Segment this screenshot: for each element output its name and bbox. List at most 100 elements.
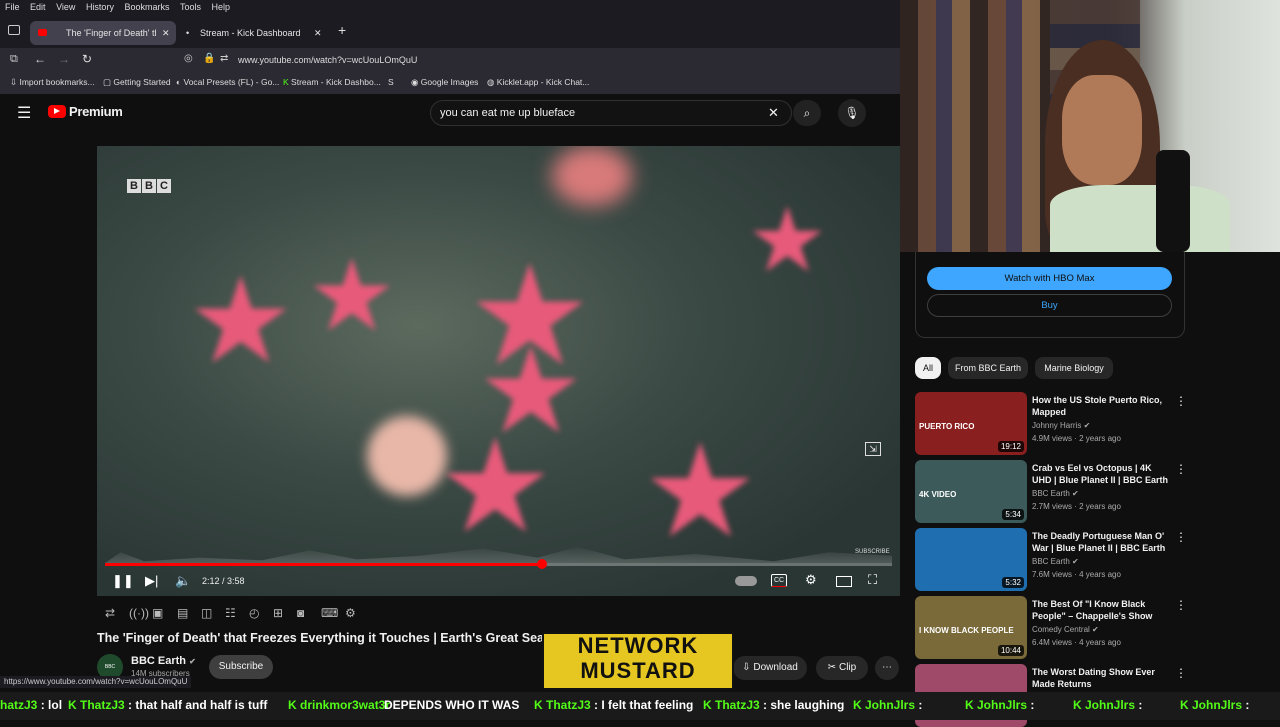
video-player[interactable]: BBC ★ ★ ★ ★ ★ ★ ★ ⇲ xyxy=(97,146,900,596)
channel-name[interactable]: BBC Earth ✔ xyxy=(131,655,196,667)
tab-overview-icon[interactable] xyxy=(8,25,20,35)
watch-hbo-button[interactable]: Watch with HBO Max xyxy=(927,267,1172,290)
bookmark-label: Vocal Presets (FL) - Go... xyxy=(183,77,280,87)
reload-icon[interactable]: ↻ xyxy=(82,52,92,66)
microphone-icon[interactable]: 🎙 xyxy=(838,99,866,127)
bookmark-vocal-presets[interactable]: ◐ Vocal Presets (FL) - Go... xyxy=(176,77,279,87)
search-input[interactable]: you can eat me up blueface xyxy=(440,101,575,125)
sidebar-icon[interactable]: ⧉ xyxy=(10,53,18,66)
chat-message: K ThatzJ3 : that half and half is tuff xyxy=(68,698,267,712)
autoplay-toggle[interactable] xyxy=(735,576,757,586)
broadcast-icon[interactable]: ((·)) xyxy=(129,606,149,620)
video-thumbnail[interactable]: 5:32 xyxy=(915,528,1027,591)
more-options-icon[interactable]: ⋮ xyxy=(1175,598,1187,612)
more-actions-icon[interactable]: ⋯ xyxy=(875,656,899,680)
clear-search-icon[interactable]: ✕ xyxy=(768,101,779,125)
thumbnail-caption: I KNOW BLACK PEOPLE xyxy=(919,626,1014,635)
menu-history[interactable]: History xyxy=(86,2,114,12)
tab-kick-dashboard[interactable]: • Stream - Kick Dashboard ✕ xyxy=(182,21,328,45)
bookmark-kicklet[interactable]: ◍ Kicklet.app - Kick Chat... xyxy=(487,77,589,88)
menu-edit[interactable]: Edit xyxy=(30,2,46,12)
tracking-shield-icon[interactable]: ◎ xyxy=(184,53,193,64)
menu-help[interactable]: Help xyxy=(212,2,231,12)
close-tab-icon[interactable]: ✕ xyxy=(162,21,170,45)
duration-badge: 5:34 xyxy=(1002,509,1024,520)
chip-marine-biology[interactable]: Marine Biology xyxy=(1035,357,1113,379)
lock-icon[interactable]: 🔒 xyxy=(203,53,215,64)
more-options-icon[interactable]: ⋮ xyxy=(1175,394,1187,408)
bookmark-label: Getting Started xyxy=(113,77,171,87)
menu-file[interactable]: File xyxy=(5,2,20,12)
settings-gear-icon[interactable]: ⚙ xyxy=(805,572,817,588)
menu-tools[interactable]: Tools xyxy=(180,2,201,12)
progress-bar[interactable] xyxy=(105,559,892,569)
channel-name[interactable]: BBC Earth ✔ xyxy=(1032,557,1079,566)
screenshot-camera-icon[interactable]: ◙ xyxy=(297,606,304,620)
back-icon[interactable]: ← xyxy=(34,52,46,66)
close-tab-icon[interactable]: ✕ xyxy=(314,21,322,45)
chat-text: : that half and half is tuff xyxy=(124,698,268,712)
speed-icon[interactable]: ◴ xyxy=(249,606,259,620)
next-icon[interactable]: ▶| xyxy=(145,573,158,589)
chat-message: DEPENDS WHO IT WAS xyxy=(384,698,519,712)
youtube-favicon-icon xyxy=(38,29,47,36)
video-thumbnail[interactable]: I KNOW BLACK PEOPLE 10:44 xyxy=(915,596,1027,659)
video-thumbnail[interactable]: PUERTO RICO 19:12 xyxy=(915,392,1027,455)
loop-icon[interactable]: ⇄ xyxy=(105,606,115,620)
bookmark-kick-dashboard[interactable]: K Stream - Kick Dashbo... xyxy=(283,77,381,87)
miniplayer-icon[interactable]: ⇲ xyxy=(865,442,881,456)
video-title-link[interactable]: The Deadly Portuguese Man O' War | Blue … xyxy=(1032,530,1172,554)
video-title-link[interactable]: The Worst Dating Show Ever Made Returns xyxy=(1032,666,1172,690)
subscribe-button[interactable]: Subscribe xyxy=(209,655,273,679)
youtube-premium-label[interactable]: Premium xyxy=(69,104,123,119)
pause-icon[interactable]: ❚❚ xyxy=(112,573,134,589)
subtitles-box-icon[interactable]: ☷ xyxy=(225,606,236,620)
video-title-link[interactable]: Crab vs Eel vs Octopus | 4K UHD | Blue P… xyxy=(1032,462,1172,486)
video-title-link[interactable]: How the US Stole Puerto Rico, Mapped xyxy=(1032,394,1172,418)
volume-icon[interactable]: 🔈 xyxy=(175,573,191,589)
theater-mode-icon[interactable] xyxy=(836,576,852,587)
camera-roll-icon[interactable]: ▣ xyxy=(152,606,163,620)
chat-text: : xyxy=(915,698,923,712)
new-tab-icon[interactable]: + xyxy=(338,22,346,38)
chip-all[interactable]: All xyxy=(915,357,941,379)
fullscreen-icon[interactable]: ⛶ xyxy=(868,572,877,588)
more-options-icon[interactable]: ⋮ xyxy=(1175,666,1187,680)
tab-label: Stream - Kick Dashboard xyxy=(200,28,301,38)
bookmark-s[interactable]: S xyxy=(388,77,394,87)
video-title-link[interactable]: The Best Of "I Know Black People" – Chap… xyxy=(1032,598,1172,622)
forward-icon[interactable]: → xyxy=(58,52,70,66)
search-box[interactable]: you can eat me up blueface ✕ xyxy=(430,100,792,126)
youtube-logo-icon[interactable] xyxy=(48,105,66,118)
bookmark-import[interactable]: ⇩ Import bookmarks... xyxy=(10,77,95,88)
chip-from-bbc-earth[interactable]: From BBC Earth xyxy=(948,357,1028,379)
url-field[interactable]: www.youtube.com/watch?v=wcUouLOmQuU xyxy=(238,51,417,69)
more-options-icon[interactable]: ⋮ xyxy=(1175,530,1187,544)
thumbnail-caption: 4K VIDEO xyxy=(919,490,957,499)
channel-name[interactable]: Johnny Harris ✔ xyxy=(1032,421,1090,430)
tab-youtube[interactable]: The 'Finger of Death' that F ✕ xyxy=(30,21,176,45)
subtitles-icon[interactable]: CC xyxy=(771,574,787,587)
clip-button[interactable]: ✂ Clip xyxy=(816,656,868,680)
scrubber-handle[interactable] xyxy=(537,559,547,569)
video-thumbnail[interactable]: 4K VIDEO 5:34 xyxy=(915,460,1027,523)
channel-name[interactable]: BBC Earth ✔ xyxy=(1032,489,1079,498)
add-box-icon[interactable]: ⊞ xyxy=(273,606,283,620)
permissions-icon[interactable]: ⇄ xyxy=(220,53,228,64)
channel-name[interactable]: Comedy Central ✔ xyxy=(1032,625,1099,634)
pip-icon[interactable]: ◫ xyxy=(201,606,212,620)
bookmark-google-images[interactable]: ◉ Google Images xyxy=(411,77,478,88)
bookmark-getting-started[interactable]: ▢ Getting Started xyxy=(103,77,171,88)
hamburger-menu-icon[interactable]: ☰ xyxy=(17,103,31,123)
status-url: https://www.youtube.com/watch?v=wcUouLOm… xyxy=(0,676,192,688)
film-icon[interactable]: ▤ xyxy=(177,606,188,620)
search-icon[interactable]: ⌕ xyxy=(793,100,821,126)
buy-button[interactable]: Buy xyxy=(927,294,1172,317)
more-options-icon[interactable]: ⋮ xyxy=(1175,462,1187,476)
tab-dot-icon: • xyxy=(186,28,190,38)
menu-bookmarks[interactable]: Bookmarks xyxy=(124,2,169,12)
keyboard-icon[interactable]: ⌨ xyxy=(321,606,338,620)
menu-view[interactable]: View xyxy=(56,2,75,12)
settings-gear-icon[interactable]: ⚙ xyxy=(345,606,356,620)
download-button[interactable]: ⇩ Download xyxy=(733,656,807,680)
